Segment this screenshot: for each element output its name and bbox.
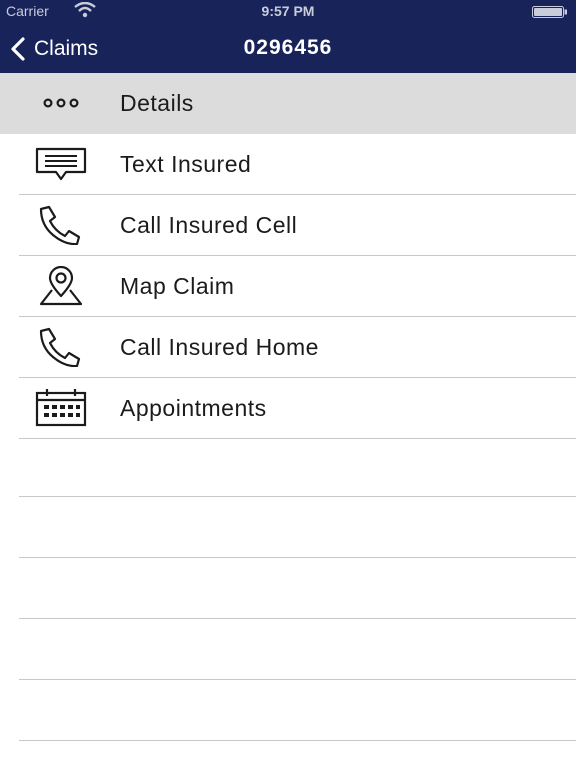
menu-item-text-insured[interactable]: Text Insured	[19, 134, 576, 195]
battery-icon	[532, 6, 567, 18]
menu-item-label: Call Insured Home	[120, 334, 319, 360]
empty-row	[19, 558, 576, 619]
menu-item-label: Map Claim	[120, 273, 235, 299]
nav-bar: Claims 0296456	[0, 24, 576, 73]
map-pin-icon	[34, 266, 88, 306]
menu-item-label: Text Insured	[120, 151, 252, 177]
more-dots-icon	[34, 83, 88, 123]
phone-icon	[34, 327, 88, 367]
status-time: 9:57 PM	[261, 3, 315, 19]
empty-row	[19, 497, 576, 558]
empty-row	[19, 680, 576, 741]
calendar-icon	[34, 388, 88, 428]
menu-item-map-claim[interactable]: Map Claim	[19, 256, 576, 317]
message-icon	[34, 144, 88, 184]
empty-row	[19, 619, 576, 680]
phone-icon	[34, 205, 88, 245]
menu-item-call-insured-home[interactable]: Call Insured Home	[19, 317, 576, 378]
details-label: Details	[120, 90, 194, 116]
empty-row	[19, 436, 576, 497]
menu-item-label: Appointments	[120, 395, 267, 421]
status-bar: Carrier 9:57 PM	[0, 0, 576, 24]
action-menu: Text Insured Call Insured Cell Map Claim…	[0, 134, 576, 439]
empty-list-rows	[19, 436, 576, 741]
menu-item-call-insured-cell[interactable]: Call Insured Cell	[19, 195, 576, 256]
page-title: 0296456	[243, 36, 333, 59]
details-row[interactable]: Details	[0, 73, 576, 134]
header: Carrier 9:57 PM Claims 0296456	[0, 0, 576, 73]
menu-item-appointments[interactable]: Appointments	[19, 378, 576, 439]
menu-item-label: Call Insured Cell	[120, 212, 298, 238]
